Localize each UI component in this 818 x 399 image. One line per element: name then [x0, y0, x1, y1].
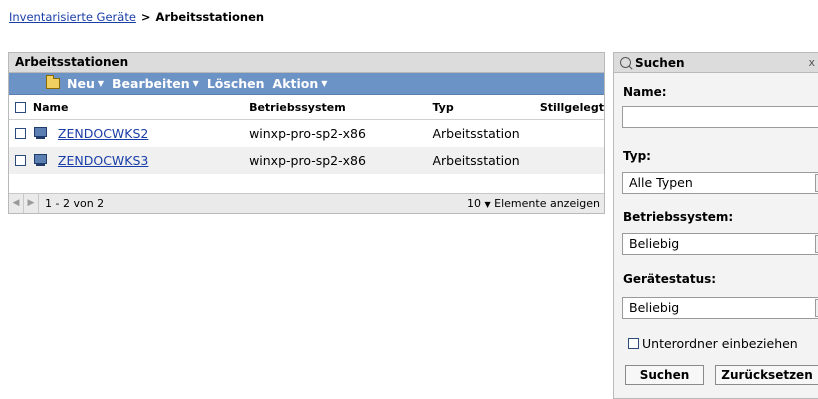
status-select[interactable]: Beliebig▼	[622, 297, 818, 319]
subfolders-checkbox[interactable]	[628, 338, 639, 349]
type-label: Typ:	[623, 149, 651, 163]
column-retired[interactable]: Stillgelegt	[535, 101, 604, 114]
next-page-icon[interactable]: ▶	[24, 194, 39, 213]
device-type: Arbeitsstation	[432, 126, 520, 141]
items-per-page-selector[interactable]: 10 ▼ Elemente anzeigen	[467, 197, 600, 210]
workstations-panel: Arbeitsstationen Neu ▼ Bearbeiten ▼ Lösche…	[8, 52, 605, 214]
close-icon[interactable]: x	[808, 56, 815, 69]
chevron-down-icon: ▼	[321, 79, 328, 88]
column-name[interactable]: Name	[33, 101, 249, 114]
subfolders-option[interactable]: Unterordner einbeziehen	[628, 336, 798, 351]
name-input[interactable]	[622, 106, 818, 128]
table-header: Name Betriebssystem Typ Stillgelegt	[9, 95, 604, 120]
page-range: 1 - 2 von 2	[45, 197, 105, 210]
workstation-icon	[33, 126, 48, 141]
edit-menu-button[interactable]: Bearbeiten ▼	[112, 76, 199, 91]
table-row: ZENDOCWKS3 winxp-pro-sp2-x86 Arbeitsstat…	[9, 147, 604, 174]
device-name-link[interactable]: ZENDOCWKS2	[58, 126, 148, 141]
status-label: Gerätestatus:	[623, 272, 717, 286]
name-label: Name:	[623, 85, 667, 99]
new-menu-button[interactable]: Neu ▼	[46, 75, 104, 91]
os-select[interactable]: Beliebig▼	[622, 233, 818, 255]
column-os[interactable]: Betriebssystem	[249, 101, 432, 114]
search-button[interactable]: Suchen	[625, 365, 704, 385]
row-checkbox[interactable]	[15, 155, 26, 166]
pager: ◀ ▶ 1 - 2 von 2 10 ▼ Elemente anzeigen	[9, 193, 604, 213]
select-all-checkbox[interactable]	[15, 101, 26, 113]
breadcrumb: Inventarisierte Geräte > Arbeitsstationen	[9, 10, 264, 24]
search-icon	[620, 57, 631, 68]
folder-icon	[46, 75, 60, 89]
panel-toolbar: Neu ▼ Bearbeiten ▼ Löschen Aktion ▼	[9, 73, 604, 95]
workstation-icon	[33, 153, 48, 168]
prev-page-icon[interactable]: ◀	[9, 194, 24, 213]
action-menu-button[interactable]: Aktion ▼	[273, 76, 328, 91]
chevron-down-icon: ▼	[192, 79, 199, 88]
device-os: winxp-pro-sp2-x86	[249, 153, 366, 168]
panel-title: Arbeitsstationen	[9, 53, 604, 73]
search-panel: Suchen x Name: Typ: Alle Typen▼ Betriebs…	[613, 52, 818, 399]
reset-button[interactable]: Zurücksetzen	[715, 365, 818, 385]
device-name-link[interactable]: ZENDOCWKS3	[58, 153, 148, 168]
column-type[interactable]: Typ	[432, 101, 534, 114]
chevron-down-icon: ▼	[97, 79, 104, 88]
breadcrumb-link-inventory[interactable]: Inventarisierte Geräte	[9, 10, 136, 24]
delete-button[interactable]: Löschen	[207, 76, 265, 91]
os-label: Betriebssystem:	[623, 210, 734, 224]
breadcrumb-current: Arbeitsstationen	[155, 10, 265, 24]
breadcrumb-separator: >	[140, 10, 151, 24]
device-type: Arbeitsstation	[432, 153, 520, 168]
type-select[interactable]: Alle Typen▼	[622, 172, 818, 194]
table-row: ZENDOCWKS2 winxp-pro-sp2-x86 Arbeitsstat…	[9, 120, 604, 147]
row-checkbox[interactable]	[15, 128, 26, 139]
search-title: Suchen	[635, 55, 685, 70]
subfolders-label: Unterordner einbeziehen	[642, 336, 798, 351]
device-os: winxp-pro-sp2-x86	[249, 126, 366, 141]
chevron-down-icon: ▼	[484, 200, 491, 209]
search-title-bar: Suchen x	[614, 53, 818, 73]
